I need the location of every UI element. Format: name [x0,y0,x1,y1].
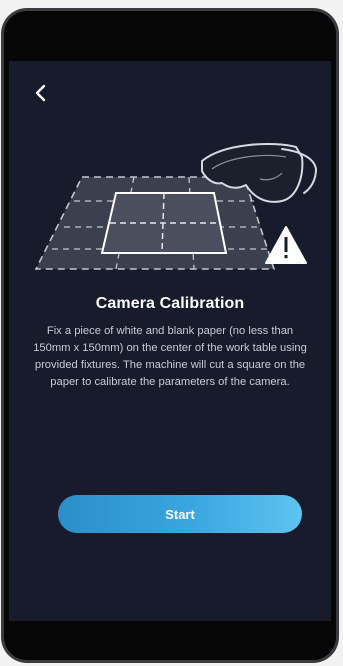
device-frame: Camera Calibration Fix a piece of white … [1,8,339,663]
calibration-screen: Camera Calibration Fix a piece of white … [9,61,331,621]
start-button[interactable]: Start [58,495,302,533]
work-table-grid-icon [34,176,276,270]
warning-icon [265,226,307,264]
chevron-left-icon [35,84,46,102]
calibration-instructions: Fix a piece of white and blank paper (no… [33,325,307,388]
page-title: Camera Calibration [95,295,245,312]
calibration-illustration [34,143,318,270]
back-button[interactable] [29,81,53,105]
device-bezel: Camera Calibration Fix a piece of white … [4,11,336,660]
